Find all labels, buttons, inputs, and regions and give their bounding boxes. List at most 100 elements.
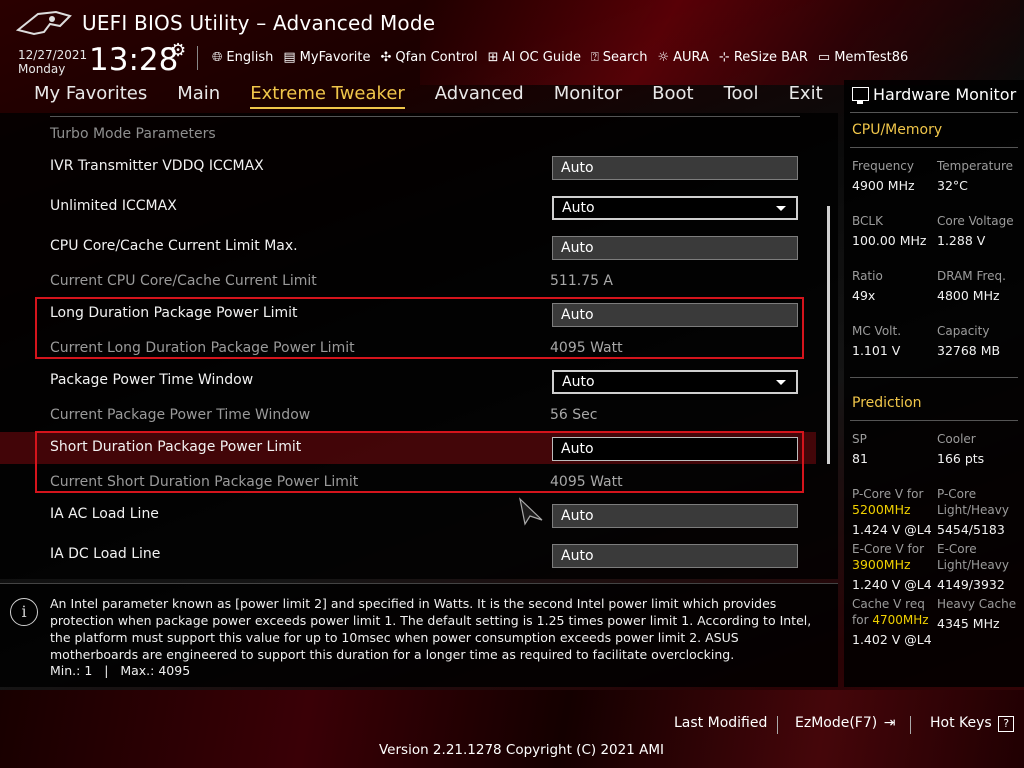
main-menu: My Favorites Main Extreme Tweaker Advanc… — [34, 83, 853, 109]
package-power-time-window-dropdown[interactable]: Auto — [552, 370, 798, 394]
hardware-monitor-title: Hardware Monitor — [873, 85, 1017, 104]
toolbar-english-label: English — [226, 49, 274, 65]
hw-value-ecore-v: 1.240 V @L4 — [852, 577, 932, 592]
hw-label-cooler: Cooler — [937, 432, 976, 446]
unlimited-iccmax-dropdown[interactable]: Auto — [552, 196, 798, 220]
toolbar-resize-bar[interactable]: ⊹ ReSize BAR — [719, 50, 808, 65]
help-description: An Intel parameter known as [power limit… — [50, 596, 812, 662]
hw-value-mc-volt: 1.101 V — [852, 343, 901, 358]
search-icon: ⍰ — [590, 49, 599, 65]
toolbar-qfan-label: Qfan Control — [395, 49, 478, 65]
hw-label-dram-freq: DRAM Freq. — [937, 269, 1006, 283]
toolbar-ai-oc-label: AI OC Guide — [502, 49, 581, 65]
toolbar-myfavorite-label: MyFavorite — [299, 49, 371, 65]
toolbar-qfan-control[interactable]: ✣ Qfan Control — [381, 50, 478, 65]
hw-pcore-frequency: 5200MHz — [852, 502, 911, 517]
hw-value-ecore-lh: 4149/3932 — [937, 577, 1005, 592]
toolbar-aura[interactable]: ☼ AURA — [657, 50, 708, 65]
tab-monitor[interactable]: Monitor — [554, 83, 622, 109]
hw-label-cache-for: for — [852, 613, 869, 627]
setting-label-ivr-vddq-iccmax[interactable]: IVR Transmitter VDDQ ICCMAX — [50, 158, 264, 174]
toolbar-english[interactable]: 🌐︎ English — [212, 50, 273, 65]
date-display: 12/27/2021 Monday — [18, 48, 87, 76]
hw-label-cache-v-for: for 4700MHz — [852, 612, 929, 628]
hw-divider — [850, 420, 1018, 421]
setting-label-cpu-core-cache-limit[interactable]: CPU Core/Cache Current Limit Max. — [50, 238, 298, 254]
tab-my-favorites[interactable]: My Favorites — [34, 83, 147, 109]
hw-label-cache-v: Cache V req — [852, 597, 925, 611]
hw-value-pcore-lh: 5454/5183 — [937, 522, 1005, 537]
hw-value-pcore-v: 1.424 V @L4 — [852, 522, 932, 537]
setting-label-ia-ac-load-line[interactable]: IA AC Load Line — [50, 506, 159, 522]
rog-logo-icon — [16, 10, 72, 36]
section-divider — [50, 116, 800, 117]
hw-label-frequency: Frequency — [852, 159, 914, 173]
hw-label-pcore-v: P-Core V for — [852, 487, 924, 501]
hw-divider — [850, 112, 1018, 113]
hw-label-ecore-lh-2: Light/Heavy — [937, 558, 1009, 572]
highlight-box-short-duration — [35, 431, 804, 493]
ezmode-label: EzMode(F7) — [795, 715, 878, 731]
hw-label-pcore-lh: P-Core — [937, 487, 977, 501]
hw-value-core-voltage: 1.288 V — [937, 233, 986, 248]
info-label-current-time-window: Current Package Power Time Window — [50, 407, 311, 423]
gear-icon[interactable]: ⚙ — [170, 40, 186, 61]
resize-bar-icon: ⊹ — [718, 49, 730, 65]
aura-icon: ☼ — [657, 49, 670, 65]
hw-value-ratio: 49x — [852, 288, 876, 303]
settings-scrollbar[interactable] — [827, 206, 830, 464]
exit-arrow-icon: ⇥ — [883, 715, 896, 731]
hw-value-dram-freq: 4800 MHz — [937, 288, 1000, 303]
section-title: Turbo Mode Parameters — [50, 126, 216, 142]
hw-label-pcore-lh-2: Light/Heavy — [937, 503, 1009, 517]
chevron-down-icon — [776, 206, 786, 211]
toolbar-search[interactable]: ⍰ Search — [591, 50, 647, 65]
ia-ac-load-line-field[interactable]: Auto — [552, 504, 798, 528]
prediction-section-title: Prediction — [852, 395, 922, 411]
app-title: UEFI BIOS Utility – Advanced Mode — [82, 11, 436, 35]
hw-cache-frequency: 4700MHz — [872, 613, 929, 627]
toolbar-memtest86[interactable]: ▭ MemTest86 — [818, 50, 908, 65]
tab-extreme-tweaker[interactable]: Extreme Tweaker — [250, 83, 405, 109]
ivr-vddq-iccmax-field[interactable]: Auto — [552, 156, 798, 180]
tab-tool[interactable]: Tool — [724, 83, 759, 109]
setting-label-ia-dc-load-line[interactable]: IA DC Load Line — [50, 546, 160, 562]
footer-divider — [910, 716, 911, 734]
hw-ecore-frequency: 3900MHz — [852, 557, 911, 572]
chevron-down-icon — [776, 380, 786, 385]
highlight-box-long-duration — [35, 297, 804, 359]
info-icon: i — [10, 598, 38, 626]
hot-keys-button[interactable]: Hot Keys ? — [930, 715, 1015, 732]
ia-dc-load-line-field[interactable]: Auto — [552, 544, 798, 568]
toolbar: 🌐︎ English ▤ MyFavorite ✣ Qfan Control ⊞… — [212, 46, 918, 68]
tab-advanced[interactable]: Advanced — [435, 83, 524, 109]
hw-label-core-voltage: Core Voltage — [937, 214, 1014, 228]
hot-keys-label: Hot Keys — [930, 715, 992, 731]
monitor-icon — [852, 87, 869, 104]
toolbar-divider — [197, 46, 198, 70]
ezmode-button[interactable]: EzMode(F7) ⇥ — [795, 715, 895, 731]
footer-divider — [777, 716, 778, 734]
hw-divider — [850, 377, 1018, 378]
toolbar-ai-oc-guide[interactable]: ⊞ AI OC Guide — [488, 50, 581, 65]
toolbar-myfavorite[interactable]: ▤ MyFavorite — [283, 50, 370, 65]
setting-label-unlimited-iccmax[interactable]: Unlimited ICCMAX — [50, 198, 177, 214]
help-icon: ? — [998, 716, 1015, 732]
hw-label-mc-volt: MC Volt. — [852, 324, 902, 338]
hw-label-ecore-v: E-Core V for — [852, 542, 925, 556]
hw-divider — [850, 147, 1018, 148]
hw-value-temperature: 32°C — [937, 178, 968, 193]
info-value-current-cpu-core-cache-limit: 511.75 A — [550, 273, 614, 289]
hw-value-cooler: 166 pts — [937, 451, 985, 466]
tab-exit[interactable]: Exit — [789, 83, 823, 109]
hw-label-ratio: Ratio — [852, 269, 883, 283]
toolbar-search-label: Search — [602, 49, 648, 65]
toolbar-resize-bar-label: ReSize BAR — [733, 49, 808, 65]
setting-label-package-power-time-window[interactable]: Package Power Time Window — [50, 372, 253, 388]
hw-label-capacity: Capacity — [937, 324, 990, 338]
cpu-core-cache-limit-field[interactable]: Auto — [552, 236, 798, 260]
clock-time[interactable]: 13:28 — [89, 42, 178, 78]
tab-boot[interactable]: Boot — [652, 83, 693, 109]
tab-main[interactable]: Main — [177, 83, 220, 109]
last-modified-button[interactable]: Last Modified — [674, 715, 767, 731]
